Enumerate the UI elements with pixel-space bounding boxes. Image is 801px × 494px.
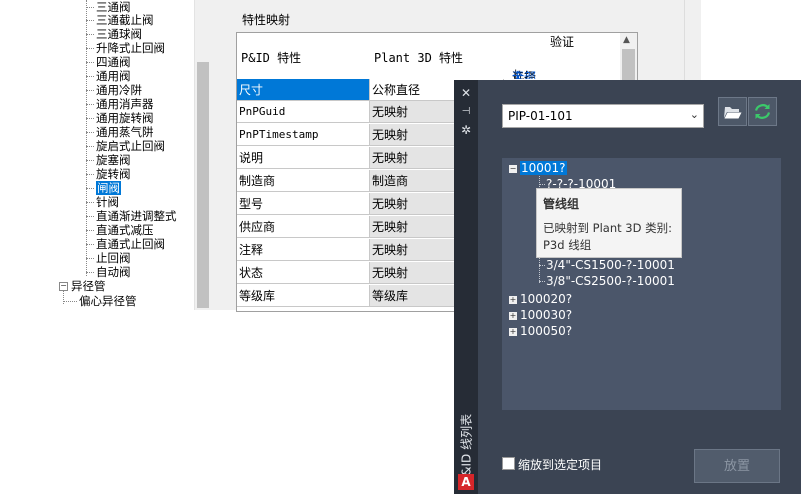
pid-cell[interactable]: 说明 [237,147,370,169]
tooltip-text: 已映射到 Plant 3D 类别: [543,221,672,235]
chevron-down-icon[interactable]: ⌄ [690,108,699,121]
tree-scrollbar[interactable] [194,0,212,310]
tree-item[interactable]: 直通式减压 [86,224,154,237]
close-icon[interactable]: ✕ [460,87,472,99]
line-tree: −10001? ?-?-?-10001 3/4"-CS1500-?-10001 … [502,158,781,410]
pid-cell[interactable]: 型号 [237,193,370,215]
tree-item[interactable]: 通用消声器 [86,98,154,111]
tree-item[interactable]: 通用蒸气阱 [86,126,154,139]
tree-item-selected[interactable]: 闸阀 [86,181,121,195]
pid-cell[interactable]: 供应商 [237,216,370,238]
tree-item[interactable]: 旋转阀 [86,168,131,181]
col-header-plant[interactable]: Plant 3D 特性 [370,33,505,80]
expand-icon[interactable]: + [509,311,517,320]
expand-icon[interactable]: + [509,327,517,336]
pid-cell[interactable]: PnPGuid [237,101,370,123]
tree-item[interactable]: 旋启式止回阀 [86,140,165,153]
line-group-item[interactable]: +100050? [509,324,572,338]
tree-item[interactable]: 止回阀 [86,252,131,265]
refresh-icon [754,104,771,119]
collapse-icon[interactable]: − [59,282,68,291]
tree-scroll-thumb[interactable] [197,62,209,308]
line-group-item[interactable]: −10001? [509,161,567,175]
tooltip: 管线组 已映射到 Plant 3D 类别: P3d 线组 [536,188,682,258]
tree-item[interactable]: 通用冷阱 [86,84,142,97]
folder-open-icon [724,107,742,119]
autocad-logo: A [458,474,474,490]
pid-cell[interactable]: 等级库 [237,285,370,307]
dropdown-value: PIP-01-101 [508,109,573,123]
tree-item[interactable]: 三通球阀 [86,28,142,41]
pid-cell[interactable]: 制造商 [237,170,370,192]
tree-item[interactable]: 自动阀 [86,266,131,279]
pin-icon[interactable]: ⊣ [460,106,472,118]
line-item[interactable]: 3/8"-CS2500-?-10001 [546,274,675,288]
expand-icon[interactable]: + [509,295,517,304]
catalog-tree: 三通阀 三通截止阀 三通球阀 升降式止回阀 四通阀 通用阀 通用冷阱 通用消声器… [0,0,212,310]
line-group-item[interactable]: +100030? [509,308,572,322]
tree-item[interactable]: 偏心异径管 [63,295,137,308]
collapse-icon[interactable]: − [509,164,517,173]
tree-item[interactable]: 直通式止回阀 [86,238,165,251]
place-button[interactable]: 放置 [694,449,780,483]
zoom-to-selection-label[interactable]: 缩放到选定项目 [518,456,602,473]
col-header-pid[interactable]: P&ID 特性 [237,33,371,80]
panel-scrollbar[interactable] [684,0,701,80]
tree-item[interactable]: 针阀 [86,196,119,209]
pid-cell[interactable]: 尺寸 [237,79,370,101]
tree-item[interactable]: 四通阀 [86,56,131,69]
tree-item[interactable]: 直通渐进调整式 [86,210,177,223]
mapping-title: 特性映射 [242,13,291,27]
line-item[interactable]: 3/4"-CS1500-?-10001 [546,258,675,272]
tooltip-text: P3d 线组 [543,238,592,252]
pid-cell[interactable]: PnPTimestamp [237,124,370,146]
tree-item-reducer[interactable]: − 异径管 [59,280,106,293]
col-header-validate: 验证 选择 全部 | 无 [504,33,637,84]
refresh-button[interactable] [748,97,777,126]
splitter[interactable] [212,0,222,310]
settings-icon[interactable]: ✲ [460,124,472,136]
tooltip-title: 管线组 [543,197,580,211]
tree-guide-line [539,265,545,266]
palette-title-strip[interactable]: ✕ ⊣ ✲ P&ID 线列表 A [454,80,478,494]
tree-item[interactable]: 通用旋转阀 [86,112,154,125]
scroll-up-icon[interactable]: ▲ [623,35,630,45]
line-group-item[interactable]: +100020? [509,292,572,306]
open-folder-button[interactable] [718,97,747,126]
validate-title: 验证 [549,35,574,49]
pid-line-list-palette: ✕ ⊣ ✲ P&ID 线列表 A PIP-01-101 ⌄ −10001? ?-… [454,80,801,494]
drawing-dropdown[interactable]: PIP-01-101 ⌄ [502,104,704,128]
tree-item[interactable]: 通用阀 [86,70,131,83]
pid-cell[interactable]: 状态 [237,262,370,284]
tree-guide-line [539,184,545,185]
tree-item[interactable]: 升降式止回阀 [86,42,165,55]
tree-guide-line [539,281,545,282]
tree-item[interactable]: 三通截止阀 [86,14,154,27]
pid-cell[interactable]: 注释 [237,239,370,261]
tree-item[interactable]: 旋塞阀 [86,154,131,167]
zoom-to-selection-checkbox[interactable] [502,457,515,470]
